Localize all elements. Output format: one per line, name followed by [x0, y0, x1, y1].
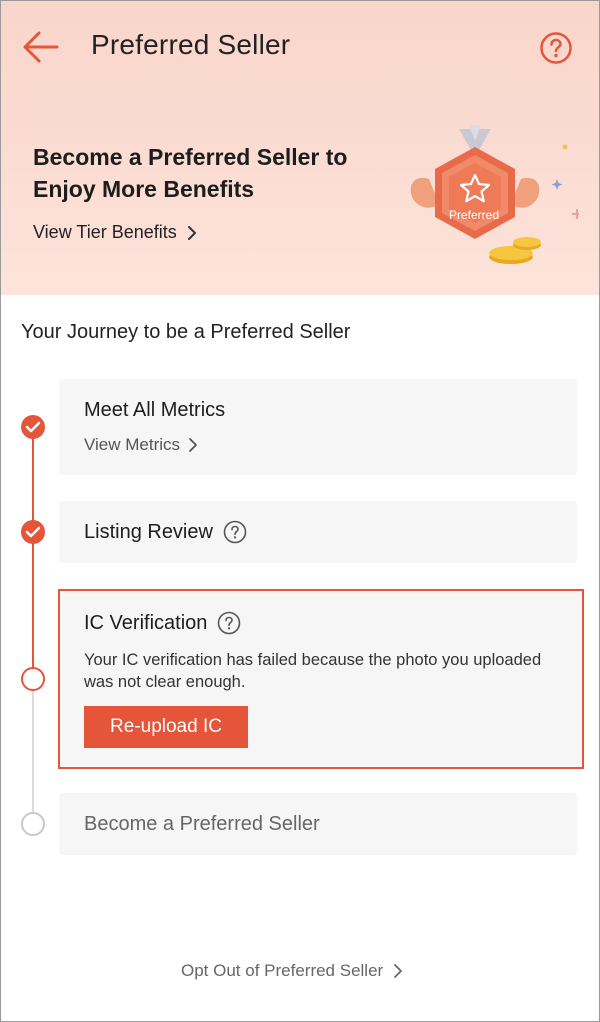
chevron-right-icon — [187, 225, 196, 240]
chevron-right-icon — [394, 964, 403, 978]
step-title-row: IC Verification — [84, 611, 241, 635]
view-tier-benefits-link[interactable]: View Tier Benefits — [33, 222, 197, 243]
arrow-left-icon — [23, 31, 59, 63]
page-title: Preferred Seller — [91, 29, 291, 60]
header-banner: Preferred Seller Become a Preferred Sell… — [1, 1, 599, 295]
opt-out-label: Opt Out of Preferred Seller — [181, 961, 384, 980]
opt-out-link[interactable]: Opt Out of Preferred Seller — [181, 961, 403, 981]
back-button[interactable] — [19, 27, 61, 67]
step-complete-icon — [21, 520, 45, 544]
step-title: Become a Preferred Seller — [84, 813, 320, 835]
help-button[interactable] — [539, 31, 573, 65]
step-card-listing-review[interactable]: Listing Review — [59, 501, 577, 563]
preferred-badge-illustration: Preferred — [307, 119, 582, 269]
step-title: IC Verification — [84, 611, 208, 634]
question-circle-icon[interactable] — [217, 611, 241, 635]
question-circle-icon[interactable] — [223, 520, 247, 544]
step-card-become-preferred[interactable]: Become a Preferred Seller — [59, 793, 577, 855]
timeline-progress-line — [32, 427, 34, 679]
check-icon — [25, 421, 41, 433]
step-card-ic-verification: IC Verification Your IC verification has… — [58, 589, 584, 769]
step-complete-icon — [21, 415, 45, 439]
step-card-meet-metrics[interactable]: Meet All Metrics View Metrics — [59, 379, 577, 475]
badge-label: Preferred — [448, 208, 500, 222]
app-screen: Preferred Seller Become a Preferred Sell… — [0, 0, 600, 1022]
tier-link-label: View Tier Benefits — [33, 222, 177, 242]
question-circle-icon — [540, 32, 572, 64]
step-title-row: Listing Review — [84, 520, 247, 544]
ic-failure-message: Your IC verification has failed because … — [84, 651, 542, 691]
view-metrics-link[interactable]: View Metrics — [84, 435, 198, 455]
step-title: Meet All Metrics — [84, 399, 226, 421]
step-current-icon — [21, 667, 45, 691]
step-title: Listing Review — [84, 520, 213, 543]
check-icon — [25, 526, 41, 538]
chevron-right-icon — [189, 438, 197, 452]
step-pending-icon — [21, 812, 45, 836]
journey-title: Your Journey to be a Preferred Seller — [21, 321, 351, 343]
promo-headline: Become a Preferred Seller to Enjoy More … — [33, 144, 348, 202]
reupload-ic-button[interactable]: Re-upload IC — [84, 706, 248, 748]
view-metrics-label: View Metrics — [84, 435, 181, 454]
timeline-pending-line — [32, 691, 34, 821]
